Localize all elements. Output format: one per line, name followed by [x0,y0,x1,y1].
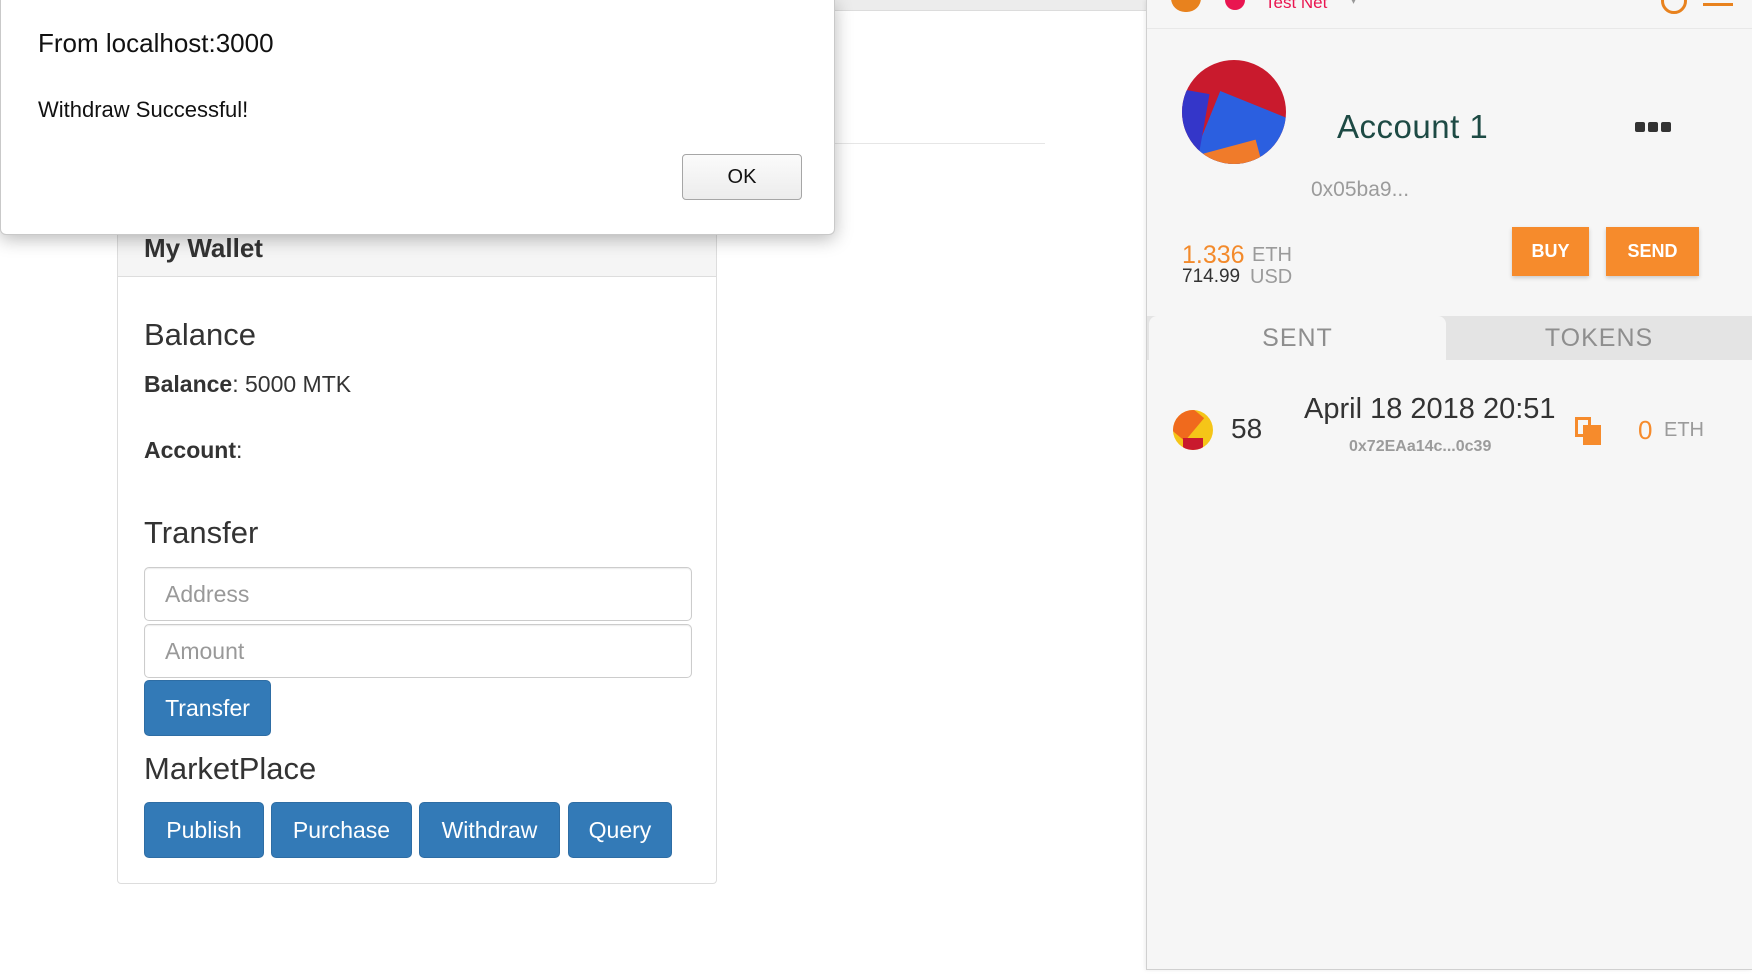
tab-bar: SENT TOKENS [1147,316,1752,360]
account-label: Account [144,437,236,463]
account-line: Account: [144,437,242,464]
amount-input[interactable] [144,624,692,678]
tx-unit: ETH [1664,419,1704,441]
wallet-panel: My Wallet Balance Balance: 5000 MTK Acco… [117,200,717,884]
fox-logo-icon [1171,0,1201,12]
buy-button[interactable]: BUY [1512,227,1589,276]
account-address[interactable]: 0x05ba9... [1311,178,1409,202]
alert-dialog: From localhost:3000 Withdraw Successful!… [0,0,835,235]
query-button[interactable]: Query [568,802,672,858]
balance-label: Balance [144,371,233,397]
tx-recipient: 0x72EAa14c...0c39 [1349,438,1492,455]
page-divider [830,143,1045,144]
usd-unit: USD [1250,266,1293,288]
tab-sent[interactable]: SENT [1149,316,1446,360]
account-value: : [236,437,243,463]
network-dot-icon [1225,0,1245,10]
send-button[interactable]: SEND [1606,227,1699,276]
tab-tokens[interactable]: TOKENS [1447,316,1751,360]
tx-value: 0 [1638,415,1653,445]
usd-balance: 714.99 [1182,266,1241,287]
balance-value: : 5000 MTK [232,371,352,397]
copy-icon[interactable] [1575,417,1601,445]
withdraw-button[interactable]: Withdraw [419,802,560,858]
ok-button[interactable]: OK [682,154,802,200]
metamask-topbar: Test Net ▾ [1147,0,1752,29]
hamburger-menu-icon[interactable] [1703,0,1733,6]
tx-date: April 18 2018 20:51 [1304,393,1556,425]
chevron-down-icon[interactable]: ▾ [1350,0,1357,8]
address-input[interactable] [144,567,692,621]
transfer-heading: Transfer [144,515,259,550]
network-name[interactable]: Test Net [1265,0,1327,13]
tx-nonce: 58 [1231,413,1263,444]
tx-identicon [1173,410,1213,450]
purchase-button[interactable]: Purchase [271,802,412,858]
eth-unit: ETH [1252,244,1292,266]
marketplace-heading: MarketPlace [144,751,317,786]
metamask-popup: Test Net ▾ Account 1 0x05ba9... 1.336 ET… [1146,0,1752,970]
sync-icon[interactable] [1661,0,1687,14]
dialog-title: From localhost:3000 [38,28,274,58]
transfer-button[interactable]: Transfer [144,680,271,736]
dialog-message: Withdraw Successful! [38,97,249,122]
balance-heading: Balance [144,317,257,352]
publish-button[interactable]: Publish [144,802,264,858]
more-icon[interactable] [1635,122,1671,132]
balance-line: Balance: 5000 MTK [144,371,351,398]
account-name: Account 1 [1337,108,1489,145]
identicon [1182,60,1286,164]
wallet-panel-title: My Wallet [144,233,263,263]
